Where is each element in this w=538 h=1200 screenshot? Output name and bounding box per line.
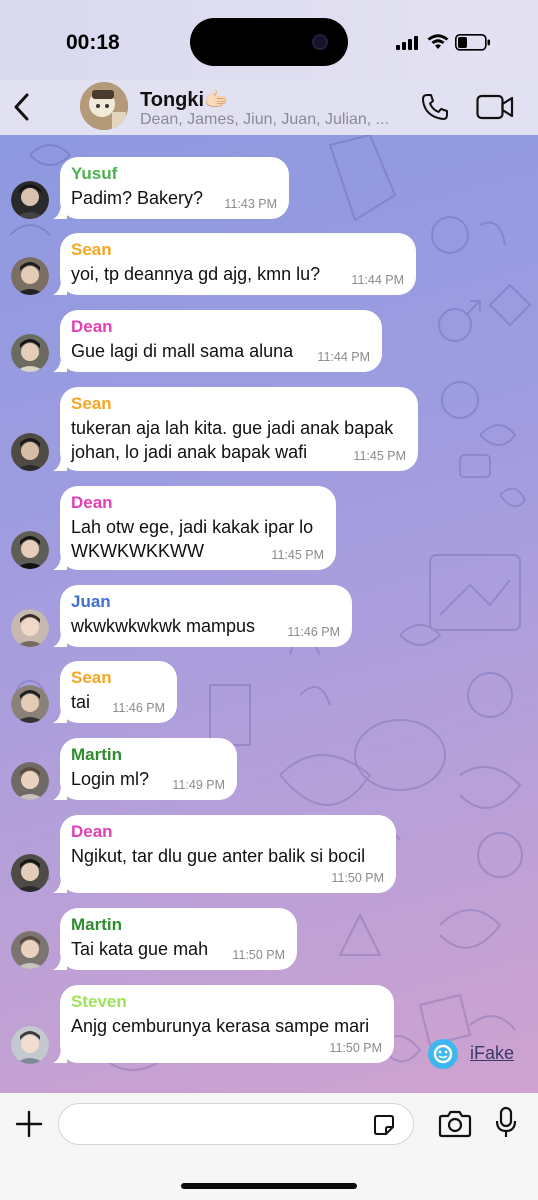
mic-icon[interactable]: [494, 1106, 518, 1140]
plus-icon[interactable]: [14, 1109, 44, 1139]
home-indicator[interactable]: [181, 1183, 357, 1189]
ifake-watermark[interactable]: iFake: [428, 1037, 518, 1069]
sticker-icon[interactable]: [372, 1113, 396, 1137]
group-members[interactable]: Dean, James, Jiun, Juan, Julian, ...: [140, 111, 410, 129]
group-avatar-image: [80, 82, 128, 130]
status-bar: 00:18: [0, 0, 538, 80]
avatar[interactable]: [11, 762, 49, 800]
message-sender: Juan: [71, 592, 111, 611]
ifake-label: iFake: [470, 1043, 515, 1063]
chat-area[interactable]: Yusuf Padim? Bakery? 11:43 PM Sean yoi, …: [0, 135, 538, 1093]
battery-icon: [455, 34, 490, 51]
wifi-icon: [427, 34, 449, 49]
message-bubble[interactable]: Martin Tai kata gue mah 11:50 PM: [53, 908, 297, 970]
dynamic-island: [190, 18, 348, 66]
message-time: 11:50 PM: [329, 1041, 382, 1055]
message-sender: Dean: [71, 317, 113, 336]
message-sender: Steven: [71, 992, 127, 1011]
message-time: 11:50 PM: [331, 871, 384, 885]
video-icon[interactable]: [476, 94, 514, 120]
avatar[interactable]: [11, 531, 49, 569]
message-time: 11:46 PM: [287, 625, 340, 639]
message-sender: Dean: [71, 822, 113, 841]
camera-icon[interactable]: [438, 1109, 472, 1139]
message-time: 11:45 PM: [271, 548, 324, 562]
message-text: Ngikut, tar dlu gue anter balik si bocil: [71, 846, 366, 866]
avatar[interactable]: [11, 334, 49, 372]
message-time: 11:43 PM: [224, 197, 277, 211]
avatar[interactable]: [11, 609, 49, 647]
back-icon[interactable]: [10, 90, 34, 124]
message-bubble[interactable]: Dean Lah otw ege, jadi kakak ipar lo WKW…: [53, 486, 336, 570]
avatar[interactable]: [11, 854, 49, 892]
message-sender: Sean: [71, 668, 112, 687]
message-time: 11:44 PM: [317, 350, 370, 364]
status-time: 00:18: [66, 31, 120, 54]
message-text-line: Lah otw ege, jadi kakak ipar lo: [71, 517, 314, 537]
group-title[interactable]: Tongki🫱🏻: [140, 87, 229, 112]
avatar[interactable]: [11, 931, 49, 969]
ifake-logo-icon: [428, 1039, 458, 1069]
message-bubble[interactable]: Dean Ngikut, tar dlu gue anter balik si …: [53, 815, 396, 893]
message-time: 11:50 PM: [232, 948, 285, 962]
message-time: 11:49 PM: [172, 778, 225, 792]
message-time: 11:44 PM: [351, 273, 404, 287]
message-sender: Martin: [71, 915, 122, 934]
message-sender: Sean: [71, 394, 112, 413]
avatar[interactable]: [11, 181, 49, 219]
message-bubble[interactable]: Juan wkwkwkwkwk mampus 11:46 PM: [53, 585, 352, 647]
message-bubble[interactable]: Sean yoi, tp deannya gd ajg, kmn lu? 11:…: [53, 233, 416, 295]
signal-icon: [396, 36, 418, 50]
message-bubble[interactable]: Sean tukeran aja lah kita. gue jadi anak…: [53, 387, 418, 471]
message-text: Anjg cemburunya kerasa sampe mari: [71, 1016, 370, 1036]
message-input[interactable]: [58, 1103, 414, 1145]
message-time: 11:45 PM: [353, 449, 406, 463]
message-bubble[interactable]: Steven Anjg cemburunya kerasa sampe mari…: [53, 985, 394, 1063]
front-camera: [312, 34, 328, 50]
avatar[interactable]: [11, 257, 49, 295]
message-sender: Martin: [71, 745, 122, 764]
message-sender: Sean: [71, 240, 112, 259]
message-sender: Dean: [71, 493, 113, 512]
message-bubble[interactable]: Yusuf Padim? Bakery? 11:43 PM: [53, 157, 289, 219]
message-bubble[interactable]: Dean Gue lagi di mall sama aluna 11:44 P…: [53, 310, 382, 372]
message-bubble[interactable]: Martin Login ml? 11:49 PM: [53, 738, 237, 800]
message-sender: Yusuf: [71, 164, 118, 183]
group-avatar[interactable]: [80, 82, 128, 130]
avatar[interactable]: [11, 685, 49, 723]
avatar[interactable]: [11, 433, 49, 471]
avatar[interactable]: [11, 1026, 49, 1064]
phone-icon[interactable]: [420, 92, 450, 122]
message-time: 11:46 PM: [112, 701, 165, 715]
message-text-line: tukeran aja lah kita. gue jadi anak bapa…: [71, 418, 394, 438]
message-bubble[interactable]: Sean tai 11:46 PM: [53, 661, 177, 723]
chat-header: Tongki🫱🏻 Dean, James, Jiun, Juan, Julian…: [0, 80, 538, 135]
